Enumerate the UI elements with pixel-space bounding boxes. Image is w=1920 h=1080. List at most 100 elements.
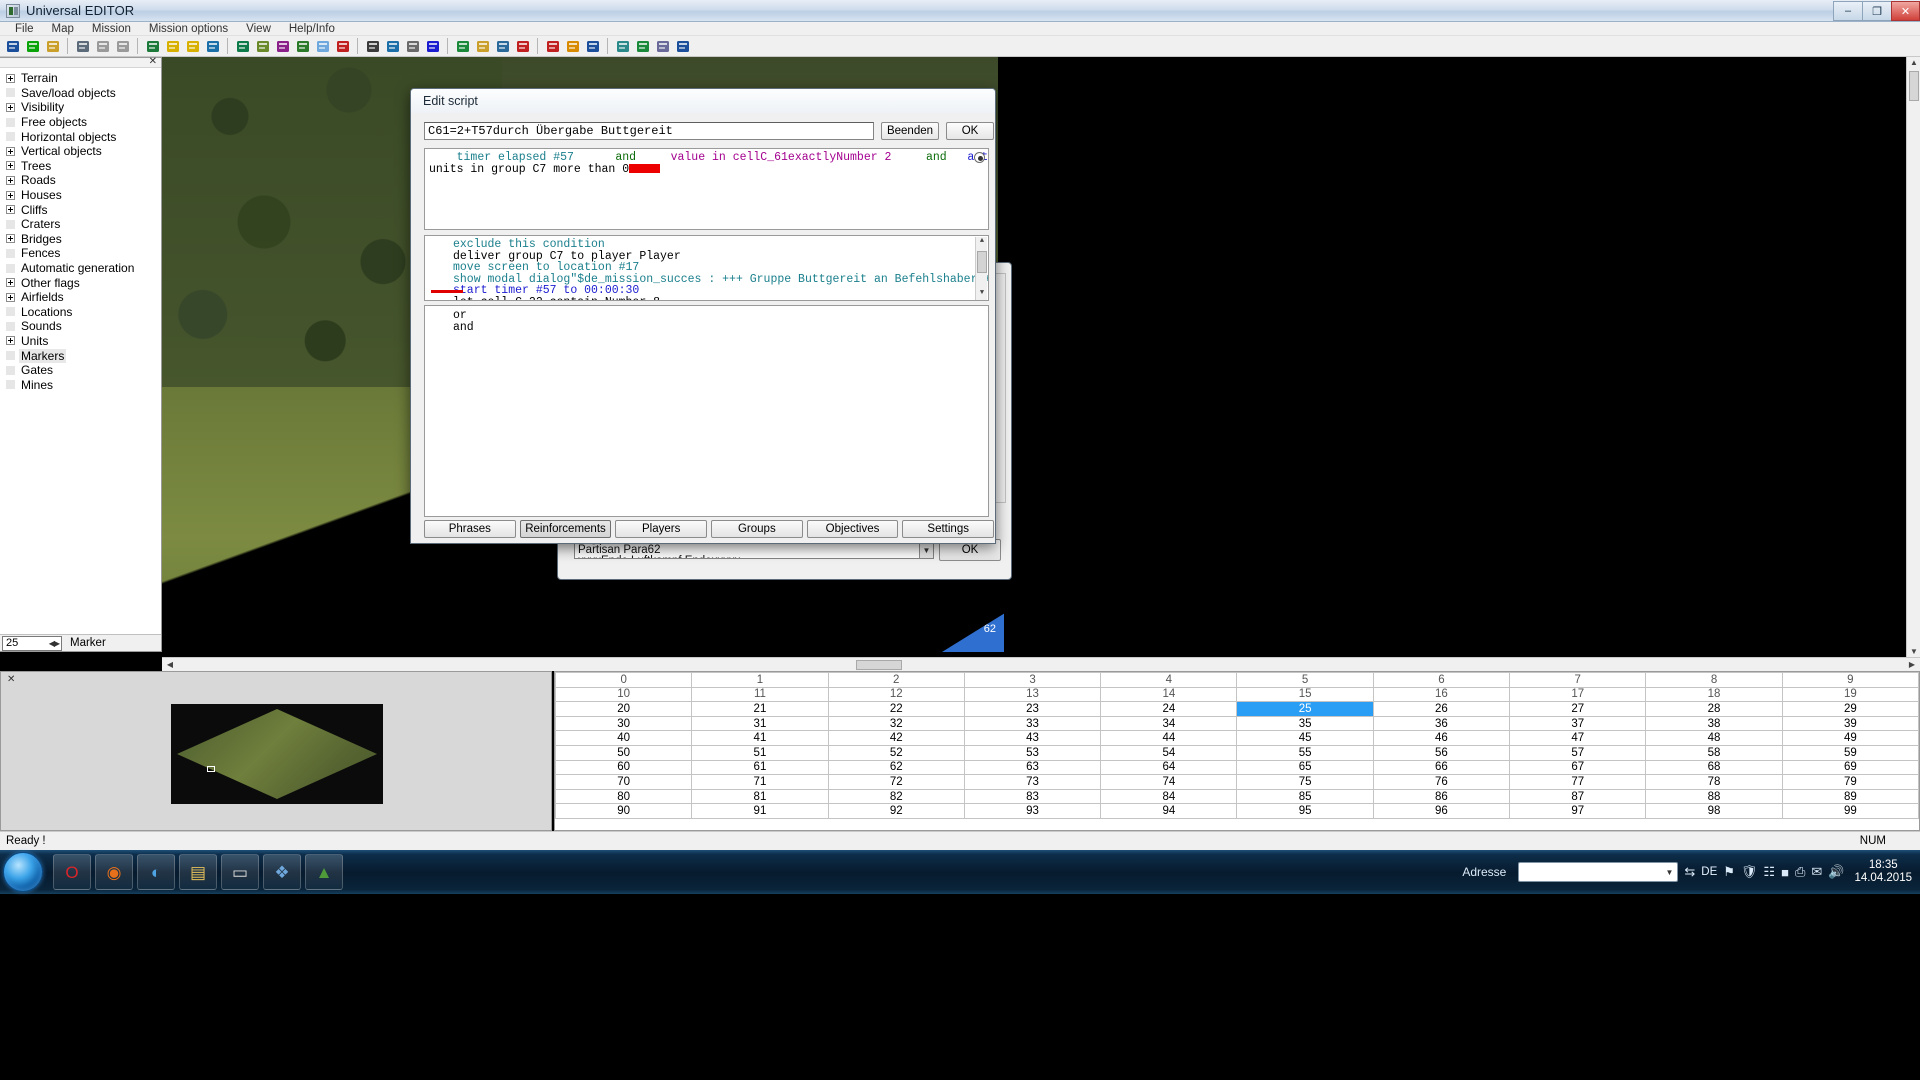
tab-phrases[interactable]: Phrases — [424, 520, 516, 538]
expand-plus-icon[interactable] — [6, 205, 15, 215]
grid-cell[interactable]: 29 — [1781, 701, 1919, 717]
grid-cell[interactable]: 94 — [1100, 803, 1238, 819]
table-row[interactable]: 30 31 32 33 34 35 36 37 38 39 — [555, 715, 1919, 732]
grid-cell[interactable]: 46 — [1372, 730, 1511, 746]
scroll-down-icon[interactable]: ▼ — [1907, 647, 1920, 656]
table-row[interactable]: 0123456789 — [555, 672, 1919, 688]
grid-cell[interactable]: 64 — [1100, 759, 1238, 776]
expand-plus-icon[interactable] — [6, 234, 15, 244]
sidebar-item-roads[interactable]: Roads — [6, 173, 161, 188]
grid-cell[interactable]: 81 — [691, 788, 829, 805]
grid-cell[interactable]: 59 — [1781, 744, 1919, 761]
open-icon[interactable] — [44, 37, 63, 56]
grid-cell[interactable]: 39 — [1781, 715, 1919, 732]
grid-cell[interactable]: 51 — [691, 744, 829, 761]
map-horizontal-scrollbar[interactable]: ◀ ▶ — [162, 657, 1920, 671]
expand-plus-icon[interactable] — [6, 146, 15, 156]
grid-cell[interactable]: 96 — [1372, 803, 1511, 819]
logic-and-label[interactable]: and — [453, 321, 988, 334]
grid-cell[interactable]: 7 — [1509, 672, 1647, 688]
fences-icon[interactable] — [364, 37, 383, 56]
sidebar-item-bridges[interactable]: Bridges — [6, 232, 161, 247]
condition-mode-radio[interactable] — [974, 152, 985, 163]
volume-icon[interactable]: 🔊 — [1828, 864, 1844, 880]
trees-icon[interactable] — [294, 37, 313, 56]
grid-cell[interactable]: 20 — [555, 701, 693, 717]
grid-cell[interactable]: 99 — [1781, 803, 1919, 819]
warn-icon[interactable] — [564, 37, 583, 56]
address-input[interactable]: ▼ — [1518, 862, 1679, 882]
grid-cell[interactable]: 56 — [1372, 744, 1511, 761]
grid-cell[interactable]: 52 — [827, 744, 965, 761]
cell-number-grid[interactable]: 0 1 2 3 4 5 6 7 8 9 10 11 12 13 14 15 16 17 18 19 20 21 22 23 24… — [554, 671, 1920, 831]
grid-cell[interactable]: 5 — [1236, 672, 1374, 688]
minimap-view[interactable] — [171, 704, 383, 804]
grid-cell[interactable]: 55 — [1236, 744, 1374, 761]
conditions-list[interactable]: timer elapsed #57 and value in cellC_61e… — [424, 148, 989, 230]
opera-icon[interactable]: O — [53, 854, 91, 890]
grid-cell[interactable]: 21 — [691, 701, 829, 717]
grid-cell[interactable]: 93 — [963, 803, 1102, 819]
sidebar-item-horizontal-objects[interactable]: Horizontal objects — [6, 129, 161, 144]
table-row[interactable]: 50 51 52 53 54 55 56 57 58 59 — [555, 744, 1919, 761]
tab-objectives[interactable]: Objectives — [806, 520, 899, 538]
action-row-1[interactable]: exclude this condition — [425, 239, 988, 251]
sidebar-item-automatic-generation[interactable]: Automatic generation — [6, 261, 161, 276]
grid-cell[interactable]: 71 — [691, 774, 829, 790]
grid-cell[interactable]: 66 — [1372, 759, 1511, 776]
grid-cell[interactable]: 8 — [1645, 672, 1783, 688]
grid-cell[interactable]: 69 — [1781, 759, 1919, 776]
table-row[interactable]: 10 11 12 13 14 15 16 17 18 19 — [555, 686, 1919, 703]
sidebar-item-gates[interactable]: Gates — [6, 363, 161, 378]
grid-cell[interactable]: 16 — [1372, 686, 1511, 703]
grid-cell[interactable]: 67 — [1509, 759, 1647, 776]
expand-plus-icon[interactable] — [6, 175, 15, 185]
sidebar-item-free-objects[interactable]: Free objects — [6, 115, 161, 130]
beenden-button[interactable]: Beenden — [881, 122, 939, 140]
chat-icon[interactable]: ✉ — [1811, 864, 1822, 880]
grid-cell[interactable]: 73 — [963, 774, 1102, 790]
bridges-icon[interactable] — [424, 37, 443, 56]
grid-cell[interactable]: 24 — [1100, 701, 1238, 717]
grid-cell[interactable]: 80 — [555, 788, 693, 805]
grid-cell[interactable]: 85 — [1236, 788, 1374, 805]
grid-cell[interactable]: 19 — [1781, 686, 1919, 703]
grid-cell[interactable]: 10 — [555, 686, 693, 703]
grid-cell[interactable]: 48 — [1645, 730, 1783, 746]
script-name-input[interactable]: C61=2+T57durch Übergabe Buttgereit — [424, 122, 874, 140]
grid-cell[interactable]: 23 — [963, 701, 1102, 717]
map-hscroll-thumb[interactable] — [856, 660, 902, 670]
grid-cell[interactable]: 30 — [555, 715, 693, 732]
grid-cell[interactable]: 1 — [691, 672, 829, 688]
expand-plus-icon[interactable] — [6, 161, 15, 171]
grid-cell[interactable]: 22 — [827, 701, 965, 717]
grid-cell[interactable]: 58 — [1645, 744, 1783, 761]
grid-cell[interactable]: 62 — [827, 759, 965, 776]
menu-item-view[interactable]: View — [237, 22, 280, 36]
grid-cell[interactable]: 72 — [827, 774, 965, 790]
grid-cell[interactable]: 9 — [1781, 672, 1919, 688]
new-map-icon[interactable] — [24, 37, 43, 56]
grid-cell[interactable]: 4 — [1100, 672, 1238, 688]
grid-cell[interactable]: 95 — [1236, 803, 1374, 819]
help-icon[interactable] — [674, 37, 693, 56]
grid-cell[interactable]: 86 — [1372, 788, 1511, 805]
sidebar-item-visibility[interactable]: Visibility — [6, 100, 161, 115]
maximize-button[interactable]: ❐ — [1862, 1, 1891, 21]
sidebar-item-units[interactable]: Units — [6, 334, 161, 349]
sidebar-item-save-load-objects[interactable]: Save/load objects — [6, 86, 161, 101]
actions-list[interactable]: exclude this condition deliver group C7 … — [424, 235, 989, 301]
marker-index-stepper[interactable]: 25 ◀▶ — [2, 635, 62, 651]
compare-icon[interactable] — [654, 37, 673, 56]
sidebar-item-trees[interactable]: Trees — [6, 159, 161, 174]
minimap-viewport-marker[interactable] — [207, 766, 215, 772]
grid-cell[interactable]: 15 — [1236, 686, 1374, 703]
condition-row-2[interactable]: units in group C7 more than 0 — [425, 163, 988, 176]
tab-groups[interactable]: Groups — [711, 520, 803, 538]
logic-or-label[interactable]: or — [453, 310, 988, 322]
music-icon[interactable] — [614, 37, 633, 56]
tree-close-icon[interactable]: ✕ — [149, 57, 157, 67]
grid-cell[interactable]: 75 — [1236, 774, 1374, 790]
edit-icon[interactable] — [204, 37, 223, 56]
grid-cell[interactable]: 41 — [691, 730, 829, 746]
